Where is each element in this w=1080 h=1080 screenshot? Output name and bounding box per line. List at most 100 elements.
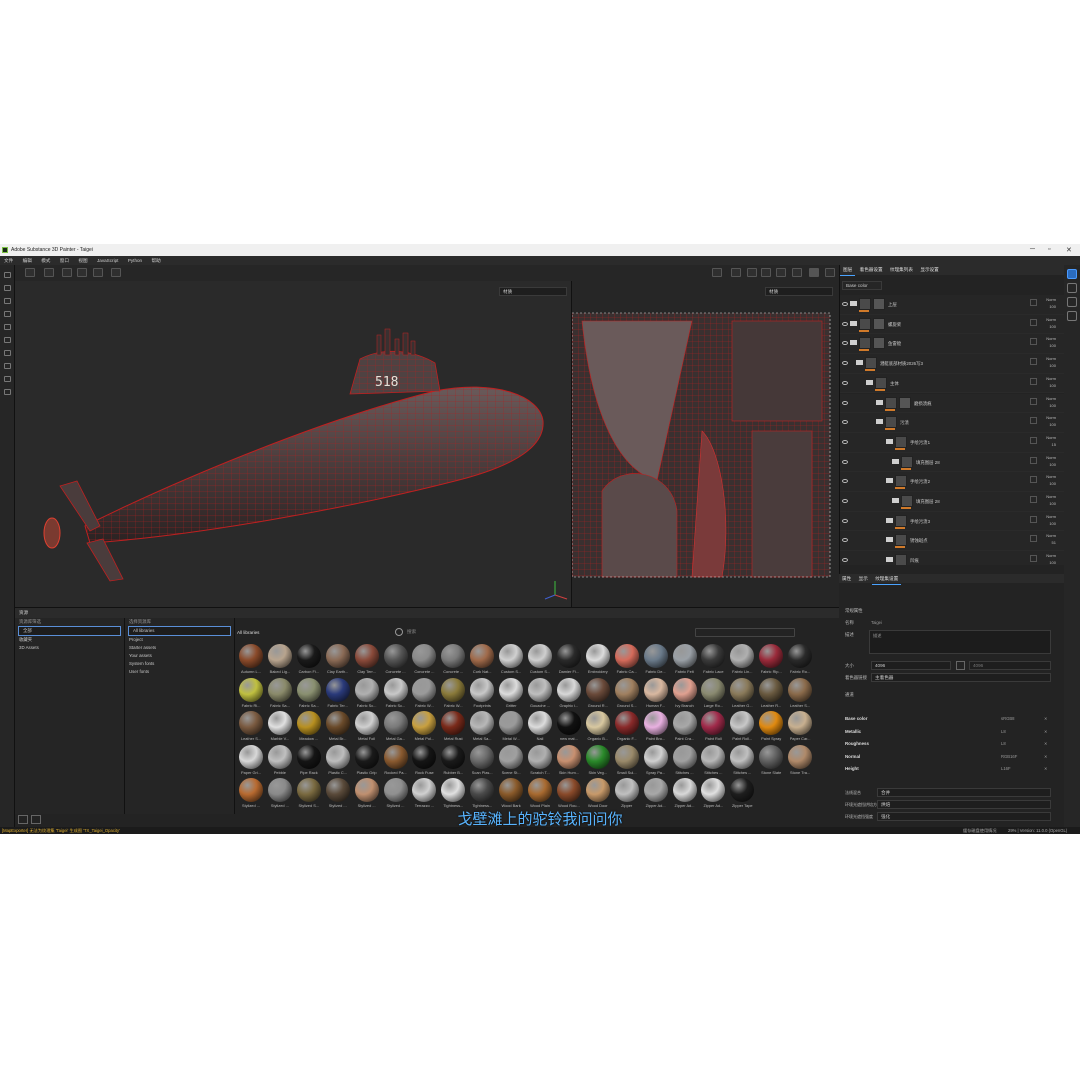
menu-help[interactable]: 帮助 (152, 256, 161, 265)
layer-checkbox[interactable] (1030, 555, 1037, 563)
lock-icon[interactable] (956, 661, 965, 670)
material-thumbnail[interactable]: Scratch T... (526, 744, 554, 777)
material-thumbnail[interactable]: Zipper (613, 778, 641, 810)
layer-checkbox[interactable] (1030, 515, 1037, 523)
maximize-button[interactable]: ▫ (1048, 246, 1050, 253)
layer-blend-opacity[interactable]: Norm 100 (1046, 375, 1056, 389)
material-thumbnail[interactable]: Stylized S... (295, 778, 323, 810)
material-thumbnail[interactable]: Marble V... (266, 711, 294, 743)
minimize-button[interactable]: ─ (1030, 246, 1035, 253)
material-thumbnail[interactable]: Stone Tra... (786, 744, 814, 777)
material-thumbnail[interactable]: Zipper Tape (728, 778, 756, 810)
material-thumbnail[interactable]: Wood Plain (526, 778, 554, 810)
material-thumbnail[interactable]: Fabric W... (410, 677, 438, 710)
material-thumbnail[interactable]: Skin Veg... (584, 744, 612, 777)
material-thumbnail[interactable]: Leather G... (728, 677, 756, 710)
material-thumbnail[interactable]: Stylized ... (237, 778, 265, 810)
material-thumbnail[interactable]: Metal Ga... (382, 711, 410, 743)
lib-your-assets[interactable]: Your assets (125, 652, 234, 660)
material-thumbnail[interactable]: Scene St... (497, 744, 525, 777)
material-thumbnail[interactable]: Large Ro... (699, 677, 727, 710)
material-thumbnail[interactable]: Leather S... (237, 711, 265, 743)
material-thumbnail[interactable]: Ground S... (613, 677, 641, 710)
material-thumbnail[interactable]: Stylized ... (353, 778, 381, 810)
grid-toggle-icon[interactable] (25, 268, 35, 277)
material-thumbnail[interactable]: Fabric Felt (671, 644, 699, 676)
material-thumbnail[interactable]: Plastic C... (324, 744, 352, 777)
material-thumbnail[interactable]: Stylized ... (324, 778, 352, 810)
material-thumbnail[interactable]: Wood Door (584, 778, 612, 810)
material-thumbnail[interactable]: Metal Br... (324, 711, 352, 743)
material-thumbnail[interactable]: Metal Foil (353, 711, 381, 743)
layer-checkbox[interactable] (1030, 496, 1037, 503)
material-thumbnail[interactable]: Human F... (642, 677, 670, 710)
layer-blend-opacity[interactable]: Norm 100 (1046, 552, 1056, 565)
layer-row[interactable]: 手绘污渍3 Norm 100 (840, 511, 1064, 532)
material-thumbnail[interactable]: Stitches ... (728, 744, 756, 777)
material-thumbnail[interactable]: Leather R... (757, 677, 785, 710)
material-thumbnail[interactable]: Fabric Ri... (237, 677, 265, 710)
shader-dropdown[interactable]: 主着色器 (871, 673, 1051, 682)
render-icon[interactable] (747, 268, 757, 277)
material-thumbnail[interactable]: Paper Car... (786, 711, 814, 743)
layer-row[interactable]: 磨损渍痕 Norm 100 (840, 393, 1064, 414)
material-thumbnail[interactable]: Wood Rou... (555, 778, 583, 810)
visibility-eye-icon[interactable] (842, 479, 848, 484)
visibility-eye-icon[interactable] (842, 361, 848, 366)
material-thumbnail[interactable]: Rocked Pa... (382, 744, 410, 777)
material-thumbnail[interactable]: Fabric De... (642, 644, 670, 676)
tab-display-settings[interactable]: 显示设置 (917, 265, 941, 275)
layer-row[interactable]: 手绘污渍2 Norm 100 (840, 472, 1064, 492)
layer-checkbox[interactable] (1030, 436, 1037, 444)
material-thumbnail[interactable]: Fabric Ro... (786, 644, 814, 676)
remove-channel-icon[interactable]: ✕ (1044, 754, 1048, 759)
menu-view[interactable]: 视图 (78, 256, 87, 265)
material-thumbnail[interactable]: Concrete ... (382, 644, 410, 676)
clock-icon[interactable] (111, 268, 121, 277)
screenshot-icon[interactable] (825, 268, 835, 277)
channel-format[interactable]: RGB16F (1001, 754, 1017, 759)
close-button[interactable]: ✕ (1066, 246, 1072, 254)
material-thumbnail[interactable]: Fabric Ter... (324, 677, 352, 710)
material-thumbnail[interactable]: Fabric Sc... (382, 677, 410, 710)
material-thumbnail[interactable]: Terrazzo ... (410, 778, 438, 810)
material-thumbnail[interactable]: Tightness... (468, 778, 496, 810)
material-thumbnail[interactable]: Gouache ... (526, 677, 554, 710)
lib-project[interactable]: Project (125, 636, 234, 644)
filter-3d-assets[interactable]: 3D Assets (15, 644, 124, 652)
material-thumbnail[interactable]: Fabric Sa... (295, 677, 323, 710)
tab-texture-set-settings[interactable]: 纹理集设置 (872, 574, 902, 585)
visibility-eye-icon[interactable] (842, 302, 848, 306)
material-thumbnail[interactable]: new mat... (555, 711, 583, 743)
remove-channel-icon[interactable]: ✕ (1044, 729, 1048, 734)
layer-row[interactable]: 填充图层 28 Norm 100 (840, 452, 1064, 473)
history-icon[interactable] (1067, 297, 1077, 307)
layer-blend-opacity[interactable]: Norm 100 (1046, 335, 1056, 349)
material-thumbnail[interactable]: Ivy Branch (671, 677, 699, 710)
channel-dropdown[interactable]: Base color (842, 281, 882, 290)
material-thumbnail[interactable]: Clay Earth... (324, 644, 352, 676)
layer-checkbox[interactable] (1030, 358, 1037, 366)
substance-logo-icon[interactable] (1067, 311, 1077, 321)
material-thumbnail[interactable]: Meadow ... (295, 711, 323, 743)
material-thumbnail[interactable]: Metal Pol... (410, 711, 438, 743)
filter-favorites[interactable]: 收藏夹 (15, 636, 124, 644)
tab-shader-settings[interactable]: 着色器设置 (857, 265, 886, 275)
bake-icon[interactable] (4, 376, 11, 382)
description-field[interactable]: 描述 (869, 630, 1051, 654)
layer-row[interactable]: 锈蚀斑点 Norm 51 (840, 531, 1064, 552)
layer-row[interactable]: 鱼雷舱 Norm 100 (840, 334, 1064, 355)
remove-channel-icon[interactable]: ✕ (1044, 741, 1048, 746)
menu-window[interactable]: 窗口 (60, 256, 69, 265)
material-thumbnail[interactable]: Damier Fi... (555, 644, 583, 676)
layers-stack-icon[interactable] (1067, 283, 1077, 293)
menu-javascript[interactable]: JavaScript (97, 256, 118, 265)
mirror-icon[interactable] (77, 268, 87, 277)
material-thumbnail[interactable]: Fabric W... (439, 677, 467, 710)
tab-display[interactable]: 显示 (856, 574, 871, 584)
frame-icon[interactable] (93, 268, 103, 277)
material-thumbnail[interactable]: Autumn L... (237, 644, 265, 676)
material-thumbnail[interactable]: Fabric Rip... (757, 644, 785, 676)
menu-file[interactable]: 文件 (4, 256, 13, 265)
layer-checkbox[interactable] (1030, 299, 1037, 306)
